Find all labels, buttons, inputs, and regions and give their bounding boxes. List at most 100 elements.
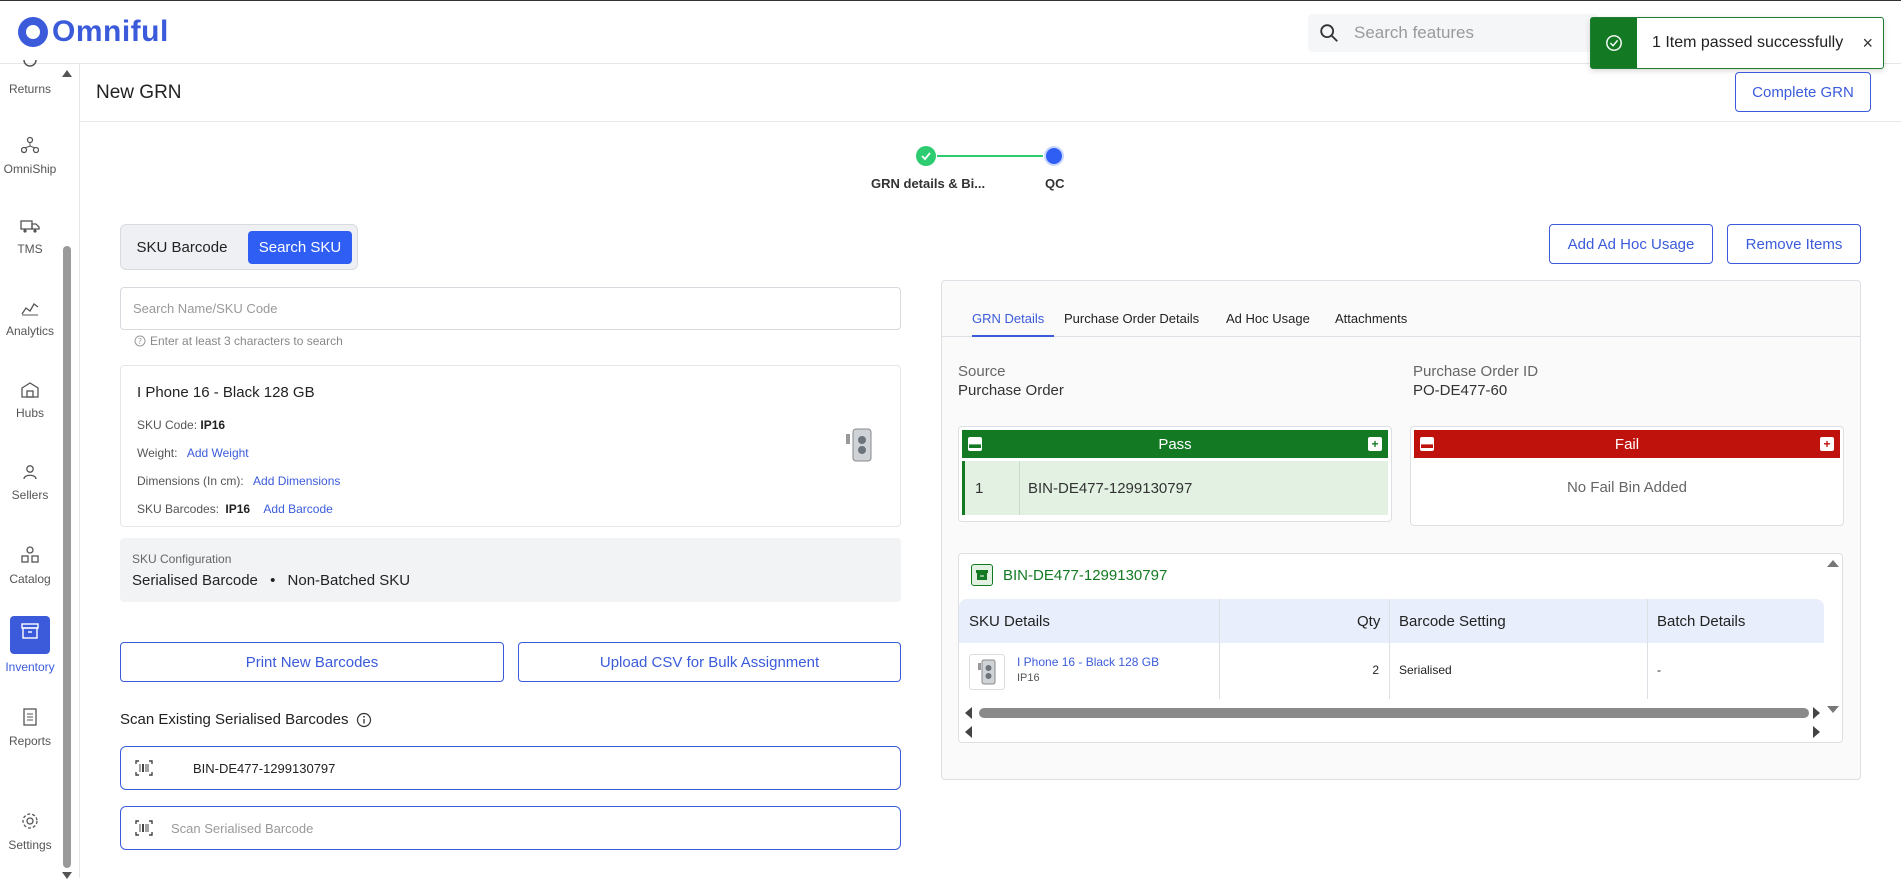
- sidebar-item-analytics[interactable]: Analytics: [0, 300, 60, 338]
- tab-grn-details[interactable]: GRN Details: [972, 311, 1044, 326]
- tab-ad-hoc-usage[interactable]: Ad Hoc Usage: [1226, 311, 1310, 326]
- add-ad-hoc-usage-button[interactable]: Add Ad Hoc Usage: [1549, 224, 1713, 264]
- user-icon: [23, 465, 37, 480]
- no-fail-bin-text: No Fail Bin Added: [1566, 479, 1688, 496]
- add-weight-link[interactable]: Add Weight: [187, 446, 249, 460]
- success-toast: 1 Item passed successfully ×: [1590, 17, 1884, 69]
- barcode-scan-icon: [135, 760, 153, 776]
- dimensions-label: Dimensions (In cm):: [137, 474, 244, 488]
- sidebar-scrollbar[interactable]: [62, 70, 72, 879]
- help-circle-icon: ?: [134, 335, 146, 347]
- box-icon: ▬: [1420, 437, 1434, 451]
- column-divider: [1647, 643, 1648, 699]
- sku-search-placeholder: Search Name/SKU Code: [133, 301, 278, 316]
- scroll-down-icon[interactable]: [1827, 706, 1839, 713]
- add-dimensions-link[interactable]: Add Dimensions: [253, 474, 340, 488]
- sidebar-label: Returns: [8, 82, 52, 96]
- dimensions-row: Dimensions (In cm): Add Dimensions: [137, 474, 340, 488]
- sidebar-item-reports[interactable]: Reports: [0, 708, 60, 748]
- check-circle-icon: [1606, 35, 1622, 51]
- sidebar-item-inventory[interactable]: Inventory: [0, 616, 60, 674]
- remove-items-button[interactable]: Remove Items: [1727, 224, 1861, 264]
- scroll-up-icon[interactable]: [1827, 560, 1839, 567]
- scan-barcode-input[interactable]: Scan Serialised Barcode: [120, 806, 901, 850]
- scan-title: Scan Existing Serialised Barcodes: [120, 711, 349, 728]
- sku-code-row: SKU Code: IP16: [137, 418, 225, 432]
- sku-configuration: SKU Configuration Serialised Barcode • N…: [120, 538, 901, 602]
- step-1-dot[interactable]: [916, 146, 936, 166]
- page-header: New GRN: [80, 64, 1901, 122]
- sku-barcode-option[interactable]: SKU Barcode: [129, 231, 235, 264]
- search-sku-option[interactable]: Search SKU: [248, 231, 352, 264]
- barcodes-label: SKU Barcodes:: [137, 502, 220, 516]
- info-icon[interactable]: [356, 712, 372, 728]
- logo-icon: [18, 17, 48, 47]
- scanned-barcode-input[interactable]: BIN-DE477-1299130797: [120, 746, 901, 790]
- batch-value: -: [1657, 663, 1661, 677]
- sidebar-item-omniship[interactable]: OmniShip: [0, 136, 60, 176]
- scroll-right-icon[interactable]: [1813, 707, 1820, 719]
- sidebar-item-hubs[interactable]: Hubs: [0, 382, 60, 420]
- sidebar-label: Inventory: [5, 660, 55, 674]
- gear-icon: [22, 813, 38, 829]
- table-row[interactable]: I Phone 16 - Black 128 GB IP16 2 Seriali…: [959, 643, 1824, 699]
- barcode-type: Serialised Barcode: [132, 572, 258, 589]
- sku-search-input[interactable]: Search Name/SKU Code: [120, 287, 901, 330]
- pass-bin-index: 1: [975, 480, 984, 497]
- add-pass-bin-icon[interactable]: +: [1368, 437, 1382, 451]
- sidebar-label: Hubs: [15, 406, 44, 420]
- tab-attachments[interactable]: Attachments: [1335, 311, 1407, 326]
- grn-details-panel: GRN Details Purchase Order Details Ad Ho…: [941, 280, 1861, 780]
- page-title: New GRN: [96, 82, 182, 103]
- column-divider: [1389, 643, 1390, 699]
- sidebar-label: TMS: [17, 242, 43, 256]
- catalog-icon: [21, 546, 39, 563]
- add-barcode-link[interactable]: Add Barcode: [263, 502, 332, 516]
- add-fail-bin-icon[interactable]: +: [1820, 437, 1834, 451]
- pass-title: Pass: [1158, 435, 1192, 453]
- barcodes-row: SKU Barcodes: IP16 Add Barcode: [137, 502, 333, 516]
- scroll-up-icon[interactable]: [62, 70, 72, 77]
- horizontal-scroll-thumb[interactable]: [979, 708, 1809, 718]
- sku-mode-toggle: SKU Barcode Search SKU: [120, 224, 358, 270]
- search-placeholder: Search features: [1354, 23, 1475, 42]
- truck-icon: [20, 220, 40, 233]
- scroll-left-icon[interactable]: [965, 726, 972, 738]
- sidebar-label: Reports: [8, 734, 52, 748]
- po-id-value: PO-DE477-60: [1413, 382, 1508, 399]
- sku-code: IP16: [1017, 672, 1040, 684]
- scroll-right-icon[interactable]: [1813, 726, 1820, 738]
- fail-bin-header: ▬ Fail +: [1414, 430, 1840, 458]
- sku-name-link[interactable]: I Phone 16 - Black 128 GB: [1017, 655, 1159, 669]
- sidebar-item-tms[interactable]: TMS: [0, 218, 60, 256]
- sidebar-item-sellers[interactable]: Sellers: [0, 464, 60, 502]
- feature-search-input[interactable]: Search features: [1308, 14, 1598, 52]
- barcode-scan-icon: [135, 820, 153, 836]
- sidebar-item-catalog[interactable]: Catalog: [0, 546, 60, 586]
- tab-purchase-order-details[interactable]: Purchase Order Details: [1064, 311, 1199, 326]
- col-batch-details: Batch Details: [1657, 613, 1746, 630]
- sku-name: I Phone 16 - Black 128 GB: [137, 384, 315, 401]
- pass-bin-row[interactable]: 1 BIN-DE477-1299130797: [962, 461, 1388, 515]
- scan-section-title: Scan Existing Serialised Barcodes: [120, 711, 372, 728]
- omniful-logo[interactable]: Omniful: [18, 15, 169, 49]
- brand-name: Omniful: [52, 15, 169, 48]
- scroll-left-icon[interactable]: [965, 707, 972, 719]
- step-2-dot[interactable]: [1044, 146, 1064, 166]
- sidebar-item-settings[interactable]: Settings: [0, 812, 60, 852]
- col-sku-details: SKU Details: [969, 613, 1050, 630]
- weight-row: Weight: Add Weight: [137, 446, 249, 460]
- bin-detail-header: BIN-DE477-1299130797: [971, 564, 1167, 586]
- sku-config-values: Serialised Barcode • Non-Batched SKU: [132, 572, 410, 589]
- upload-csv-button[interactable]: Upload CSV for Bulk Assignment: [518, 642, 901, 682]
- svg-text:?: ?: [138, 337, 142, 346]
- toast-close-icon[interactable]: ×: [1862, 33, 1873, 54]
- sku-code-label: SKU Code:: [137, 418, 198, 432]
- print-new-barcodes-button[interactable]: Print New Barcodes: [120, 642, 504, 682]
- complete-grn-button[interactable]: Complete GRN: [1735, 72, 1871, 112]
- bin-detail-name: BIN-DE477-1299130797: [1003, 566, 1168, 584]
- column-divider: [1219, 599, 1220, 643]
- sidebar-scroll-thumb[interactable]: [63, 246, 71, 868]
- sidebar-item-returns[interactable]: Returns: [0, 60, 60, 96]
- scan-barcode-placeholder: Scan Serialised Barcode: [171, 820, 314, 836]
